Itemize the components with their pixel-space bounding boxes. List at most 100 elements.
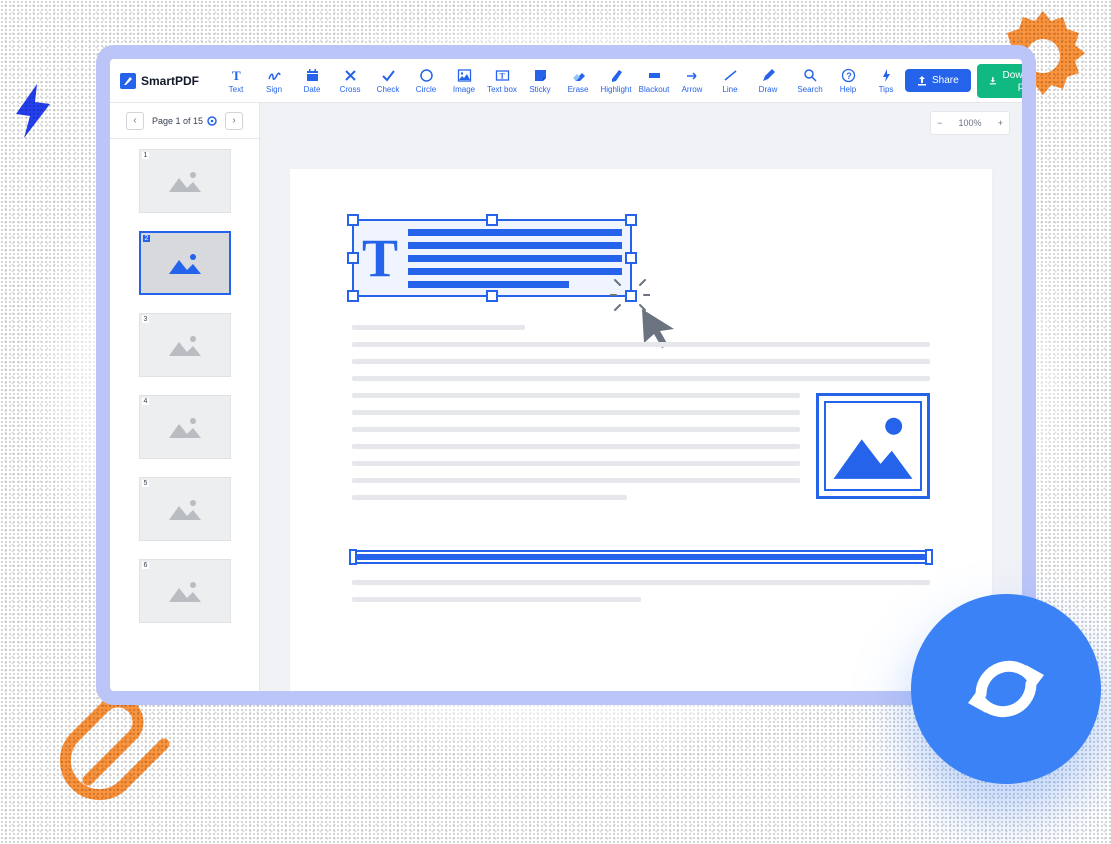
tool-sticky[interactable]: Sticky [521, 62, 559, 100]
next-page-button[interactable]: › [225, 112, 243, 130]
tool-label: Highlight [600, 85, 631, 94]
tool-label: Tips [879, 85, 894, 94]
tool-line[interactable]: Line [711, 62, 749, 100]
thumb-number: 4 [142, 398, 150, 405]
image-icon [167, 332, 203, 358]
tool-label: Circle [416, 85, 436, 94]
svg-text:T: T [499, 71, 505, 80]
resize-handle-n[interactable] [486, 214, 498, 226]
thumb-number: 5 [142, 480, 150, 487]
textbox-letter: T [362, 231, 398, 285]
sign-icon [267, 68, 282, 83]
tool-label: Text [229, 85, 244, 94]
resize-handle-e[interactable] [925, 549, 933, 565]
resize-handle-e[interactable] [625, 252, 637, 264]
tool-list: T Text Sign DateCross Check Circle Image T Text … [217, 62, 787, 100]
tool-tips[interactable]: Tips [867, 62, 905, 100]
tool-textbox[interactable]: T Text box [483, 62, 521, 100]
help-icon: ? [841, 68, 856, 83]
tool-label: Erase [568, 85, 589, 94]
download-button[interactable]: Download pdf [977, 64, 1036, 98]
image-icon [457, 68, 472, 83]
thumbnail-page-3[interactable]: 3 [139, 313, 231, 377]
tool-image[interactable]: Image [445, 62, 483, 100]
zoom-out-button[interactable]: − [937, 118, 942, 128]
thumbnail-page-6[interactable]: 6 [139, 559, 231, 623]
tool-label: Search [797, 85, 822, 94]
page-nav: ‹ Page 1 of 15 › [110, 103, 260, 139]
tool-label: Sign [266, 85, 282, 94]
tool-arrow[interactable]: Arrow [673, 62, 711, 100]
draw-icon [761, 68, 776, 83]
thumb-number: 3 [142, 316, 150, 323]
image-icon [167, 168, 203, 194]
thumbnail-page-4[interactable]: 4 [139, 395, 231, 459]
page-paper[interactable]: T [290, 169, 992, 691]
resize-handle-w[interactable] [347, 252, 359, 264]
thumb-number: 6 [142, 562, 150, 569]
resize-handle-nw[interactable] [347, 214, 359, 226]
cross-icon [343, 68, 358, 83]
toolbar: SmartPDF T Text Sign DateCross Check Circle Im… [110, 59, 1022, 103]
prev-page-button[interactable]: ‹ [126, 112, 144, 130]
brand-name: SmartPDF [141, 74, 199, 88]
tool-search[interactable]: Search [791, 62, 829, 100]
resize-handle-sw[interactable] [347, 290, 359, 302]
tool-label: Check [377, 85, 400, 94]
tool-highlight[interactable]: Highlight [597, 62, 635, 100]
image-icon [167, 414, 203, 440]
thumbnail-page-2[interactable]: 2 [139, 231, 231, 295]
tool-erase[interactable]: Erase [559, 62, 597, 100]
sync-badge [911, 594, 1101, 784]
download-label: Download pdf [1001, 70, 1036, 92]
image-placeholder[interactable] [816, 393, 930, 499]
share-button[interactable]: Share [905, 69, 971, 92]
tool-draw[interactable]: Draw [749, 62, 787, 100]
resize-handle-w[interactable] [349, 549, 357, 565]
svg-text:T: T [232, 68, 241, 83]
brand-icon [120, 73, 136, 89]
gear-icon [207, 116, 217, 126]
page-indicator: Page 1 of 15 [152, 116, 217, 126]
tool-list-secondary: Search? Help Tips [791, 62, 905, 100]
zoom-in-button[interactable]: + [998, 118, 1003, 128]
tool-blackout[interactable]: Blackout [635, 62, 673, 100]
sticky-icon [533, 68, 548, 83]
app-window: SmartPDF T Text Sign DateCross Check Circle Im… [96, 45, 1036, 705]
resize-handle-s[interactable] [486, 290, 498, 302]
tool-help[interactable]: ? Help [829, 62, 867, 100]
tool-label: Text box [487, 85, 517, 94]
highlight-icon [609, 68, 624, 83]
tool-sign[interactable]: Sign [255, 62, 293, 100]
tool-date[interactable]: Date [293, 62, 331, 100]
check-icon [381, 68, 396, 83]
canvas: T [260, 139, 1022, 691]
thumbnail-sidebar: 1 2 3 4 5 6 [110, 139, 260, 691]
svg-text:?: ? [846, 71, 852, 81]
tool-label: Blackout [639, 85, 670, 94]
resize-handle-ne[interactable] [625, 214, 637, 226]
arrow-icon [685, 68, 700, 83]
tool-circle[interactable]: Circle [407, 62, 445, 100]
tool-label: Line [722, 85, 737, 94]
thumb-number: 1 [142, 152, 150, 159]
thumbnail-page-1[interactable]: 1 [139, 149, 231, 213]
image-icon [167, 250, 203, 276]
share-label: Share [932, 75, 959, 86]
tool-label: Image [453, 85, 475, 94]
tool-label: Help [840, 85, 856, 94]
search-icon [803, 68, 818, 83]
image-icon [167, 578, 203, 604]
zoom-control: − 100% + [930, 111, 1010, 135]
line-selection[interactable] [352, 550, 930, 564]
tool-check[interactable]: Check [369, 62, 407, 100]
textbox-lines [408, 229, 622, 288]
textbox-selection[interactable]: T [352, 219, 632, 297]
tool-text[interactable]: T Text [217, 62, 255, 100]
tool-cross[interactable]: Cross [331, 62, 369, 100]
blackout-icon [647, 68, 662, 83]
line-icon [723, 68, 738, 83]
circle-icon [419, 68, 434, 83]
thumbnail-page-5[interactable]: 5 [139, 477, 231, 541]
textbox-icon: T [495, 68, 510, 83]
